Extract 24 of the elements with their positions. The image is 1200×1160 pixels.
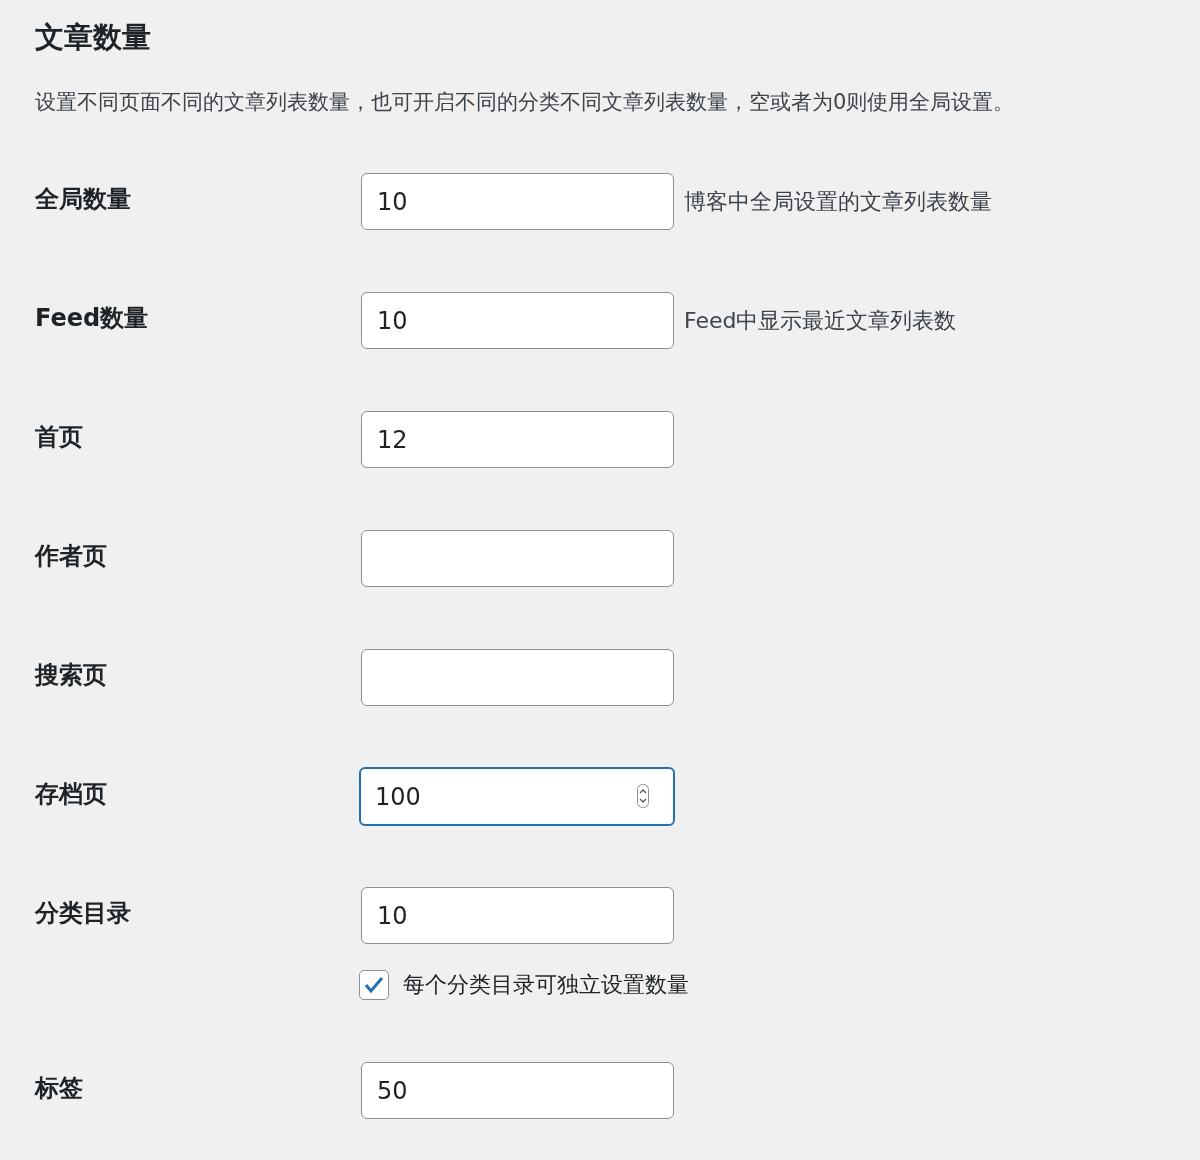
field-label: Feed数量 [35, 303, 149, 334]
number-field[interactable]: 50 [361, 1062, 674, 1119]
checkbox[interactable] [359, 970, 389, 1000]
field-label: 作者页 [35, 541, 107, 572]
field-label: 全局数量 [35, 184, 131, 215]
number-field[interactable]: 10 [361, 292, 674, 349]
number-field[interactable]: 100 [359, 767, 675, 826]
number-field[interactable]: 12 [361, 411, 674, 468]
field-label: 搜索页 [35, 660, 107, 691]
number-field[interactable]: 10 [361, 887, 674, 944]
number-field[interactable] [361, 530, 674, 587]
field-label: 分类目录 [35, 898, 131, 929]
checkbox-label: 每个分类目录可独立设置数量 [403, 971, 689, 999]
check-icon [363, 974, 385, 996]
spinner-icon[interactable] [637, 784, 649, 808]
field-description: Feed中显示最近文章列表数 [684, 306, 957, 335]
section-description: 设置不同页面不同的文章列表数量，也可开启不同的分类不同文章列表数量，空或者为0则使用全局设置。 [35, 89, 1015, 116]
number-field[interactable]: 10 [361, 173, 674, 230]
field-label: 首页 [35, 422, 83, 453]
section-title: 文章数量 [35, 19, 151, 55]
field-description: 博客中全局设置的文章列表数量 [684, 187, 992, 216]
field-label: 存档页 [35, 779, 107, 810]
number-field[interactable] [361, 649, 674, 706]
field-label: 标签 [35, 1073, 83, 1104]
